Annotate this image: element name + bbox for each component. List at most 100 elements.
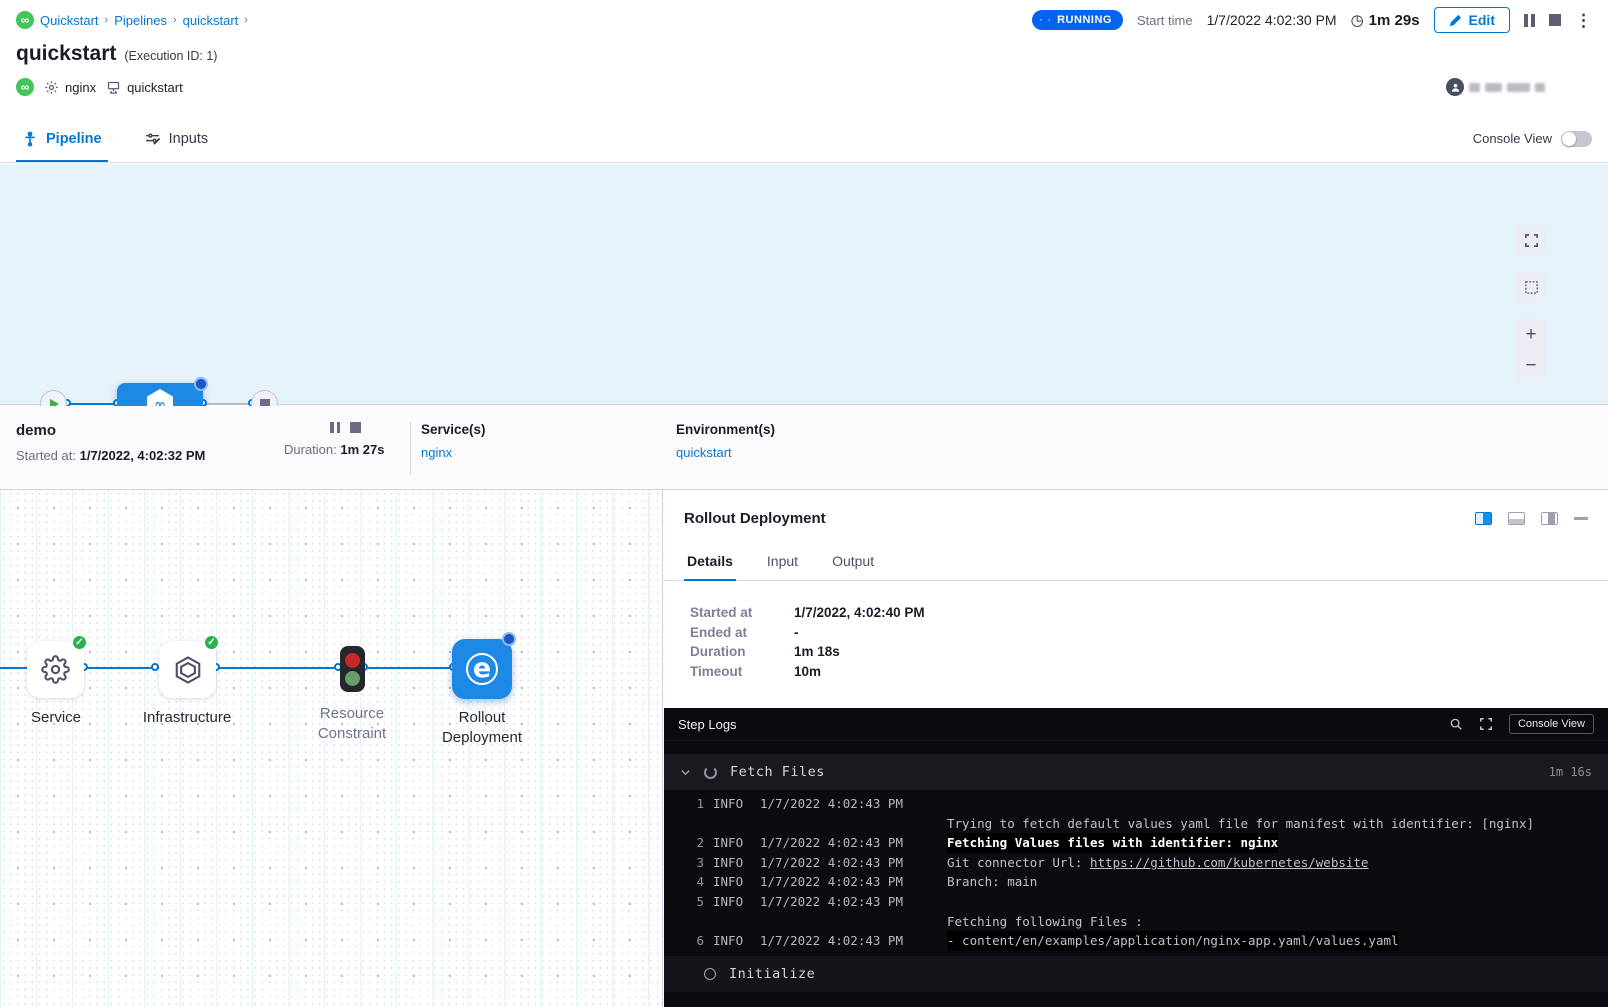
layout-bottom-panel-icon[interactable] <box>1508 512 1525 525</box>
services-label: Service(s) <box>421 422 666 437</box>
avatar[interactable] <box>1446 78 1464 96</box>
edit-button[interactable]: Edit <box>1434 7 1510 33</box>
loading-dots-icon: · · <box>1040 15 1052 26</box>
log-section-fetch-files[interactable]: Fetch Files 1m 16s <box>664 754 1608 790</box>
detail-row: Started at1/7/2022, 4:02:40 PM <box>690 603 1608 623</box>
title-row: quickstart (Execution ID: 1) <box>16 42 217 66</box>
traffic-light-green <box>345 671 360 686</box>
environment-meta[interactable]: quickstart <box>106 80 183 95</box>
zoom-out-button[interactable]: − <box>1516 350 1546 381</box>
edge <box>84 667 159 669</box>
start-time-label: Start time <box>1137 13 1193 28</box>
service-meta[interactable]: nginx <box>44 80 96 95</box>
top-header: ∞ Quickstart › Pipelines › quickstart › … <box>0 0 1608 40</box>
stop-execution-button[interactable] <box>1549 14 1561 26</box>
service-link[interactable]: nginx <box>421 445 666 460</box>
more-options-icon[interactable]: ⋮ <box>1575 12 1592 29</box>
log-row: 1INFO1/7/2022 4:02:43 PM <box>664 794 1608 814</box>
canvas-marquee-select-button[interactable] <box>1516 272 1546 302</box>
pencil-icon <box>1449 14 1462 27</box>
chevron-right-icon: › <box>173 14 177 26</box>
stage-stop-button[interactable] <box>350 422 361 433</box>
log-rows: 1INFO1/7/2022 4:02:43 PMTrying to fetch … <box>664 790 1608 951</box>
avatar-row <box>1446 78 1545 96</box>
zoom-in-button[interactable]: + <box>1516 319 1546 350</box>
step-logs-panel: Step Logs Console View Fetch Files 1m 16… <box>664 708 1608 1007</box>
minimize-panel-icon[interactable] <box>1574 517 1588 520</box>
section-spinner-icon <box>704 766 717 779</box>
canvas-zoom-controls: + − <box>1516 319 1546 381</box>
environment-icon <box>106 80 121 95</box>
stage-pause-button[interactable] <box>330 422 340 433</box>
inputs-icon <box>144 130 161 147</box>
breadcrumb-pipeline-name[interactable]: quickstart <box>183 13 239 28</box>
layout-side-panel-icon[interactable] <box>1541 512 1558 525</box>
edge-start-demo <box>67 403 119 405</box>
edge-demo-end <box>205 403 252 405</box>
log-row: 2INFO1/7/2022 4:02:43 PMFetching Values … <box>664 833 1608 853</box>
log-row: 6INFO1/7/2022 4:02:43 PM- content/en/exa… <box>664 931 1608 951</box>
step-label-resource-constraint: Resource Constraint <box>302 704 402 745</box>
layout-right-panel-active-icon[interactable] <box>1475 512 1492 525</box>
detail-row: Timeout10m <box>690 662 1608 682</box>
stage-info-bar: demo Started at: 1/7/2022, 4:02:32 PM Du… <box>0 406 1608 490</box>
stage-duration: Duration: 1m 27s <box>284 442 396 457</box>
details-list: Started at1/7/2022, 4:02:40 PMEnded at-D… <box>664 581 1608 681</box>
redacted-text <box>1485 83 1502 92</box>
edge <box>365 667 453 669</box>
console-view-label: Console View <box>1473 131 1552 146</box>
clock-icon: ◷ <box>1351 11 1364 29</box>
breadcrumb-pipelines[interactable]: Pipelines <box>114 13 167 28</box>
environments-label: Environment(s) <box>676 422 921 437</box>
pipeline-icon <box>22 131 38 147</box>
edge <box>216 667 340 669</box>
success-check-icon: ✓ <box>203 634 220 651</box>
step-label-infrastructure: Infrastructure <box>122 708 252 728</box>
execution-id: (Execution ID: 1) <box>124 49 217 63</box>
running-spinner-badge <box>502 632 516 646</box>
redacted-text <box>1469 83 1480 92</box>
step-logs-title: Step Logs <box>678 717 737 732</box>
connector-dot <box>151 663 159 671</box>
step-node-service[interactable]: ✓ <box>27 641 84 698</box>
tab-input[interactable]: Input <box>764 541 801 580</box>
start-time-value: 1/7/2022 4:02:30 PM <box>1207 12 1337 28</box>
log-row: 3INFO1/7/2022 4:02:43 PMGit connector Ur… <box>664 853 1608 873</box>
pipeline-canvas[interactable]: ∞ demo + − <box>0 164 1608 405</box>
tab-pipeline[interactable]: Pipeline <box>16 115 108 162</box>
edge <box>0 667 27 669</box>
breadcrumb-quickstart[interactable]: Quickstart <box>40 13 99 28</box>
tab-inputs[interactable]: Inputs <box>138 115 215 162</box>
step-graph-canvas[interactable]: ✓ Service ✓ Infrastructure Resource Cons… <box>0 490 663 1007</box>
environment-link[interactable]: quickstart <box>676 445 921 460</box>
step-label-rollout-deployment: Rollout Deployment <box>427 708 537 749</box>
logs-console-view-button[interactable]: Console View <box>1509 714 1594 734</box>
section-duration: 1m 16s <box>1549 765 1592 779</box>
running-spinner-badge <box>194 377 208 391</box>
step-panel-title: Rollout Deployment <box>684 510 826 527</box>
pause-execution-button[interactable] <box>1524 14 1535 27</box>
log-link[interactable]: https://github.com/kubernetes/website <box>1090 855 1368 870</box>
tab-output[interactable]: Output <box>829 541 877 580</box>
success-check-icon: ✓ <box>71 634 88 651</box>
rollout-deployment-icon: e <box>466 653 498 685</box>
traffic-light-red <box>345 653 360 668</box>
canvas-fullscreen-button[interactable] <box>1516 225 1546 255</box>
hexagon-icon <box>173 655 203 685</box>
console-view-toggle[interactable] <box>1561 131 1592 147</box>
gear-icon <box>41 655 70 684</box>
tab-details[interactable]: Details <box>684 541 736 580</box>
redacted-text <box>1507 83 1530 92</box>
step-node-resource-constraint[interactable] <box>340 646 365 692</box>
logs-search-icon[interactable] <box>1449 717 1463 731</box>
redacted-text <box>1535 83 1545 92</box>
stage-started-at: Started at: 1/7/2022, 4:02:32 PM <box>16 448 284 463</box>
logs-fullscreen-icon[interactable] <box>1479 717 1493 731</box>
page-title: quickstart <box>16 42 116 66</box>
log-section-initialize[interactable]: Initialize <box>664 956 1608 992</box>
harness-logo-icon: ∞ <box>16 11 34 29</box>
step-node-infrastructure[interactable]: ✓ <box>159 641 216 698</box>
log-row: Fetching following Files : <box>664 912 1608 932</box>
chevron-right-icon: › <box>244 14 248 26</box>
step-node-rollout-deployment[interactable]: e <box>452 639 512 699</box>
